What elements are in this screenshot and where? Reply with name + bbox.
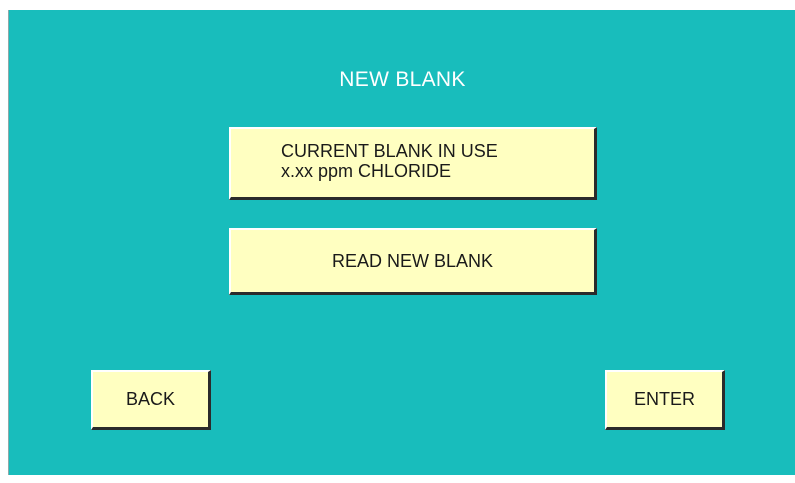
- screen-title: NEW BLANK: [339, 68, 466, 91]
- current-blank-value: x.xx ppm CHLORIDE: [281, 161, 452, 181]
- read-new-blank-label: READ NEW BLANK: [331, 250, 494, 271]
- enter-button[interactable]: ENTER: [605, 370, 725, 430]
- new-blank-screen: NEW BLANK CURRENT BLANK IN USE x.xx ppm …: [8, 10, 795, 475]
- current-blank-label: CURRENT BLANK IN USE: [281, 141, 498, 161]
- back-button-label: BACK: [125, 389, 176, 409]
- read-new-blank-button[interactable]: READ NEW BLANK: [229, 228, 597, 295]
- back-button[interactable]: BACK: [91, 370, 211, 430]
- enter-button-label: ENTER: [633, 389, 695, 409]
- current-blank-display: CURRENT BLANK IN USE x.xx ppm CHLORIDE: [229, 127, 597, 200]
